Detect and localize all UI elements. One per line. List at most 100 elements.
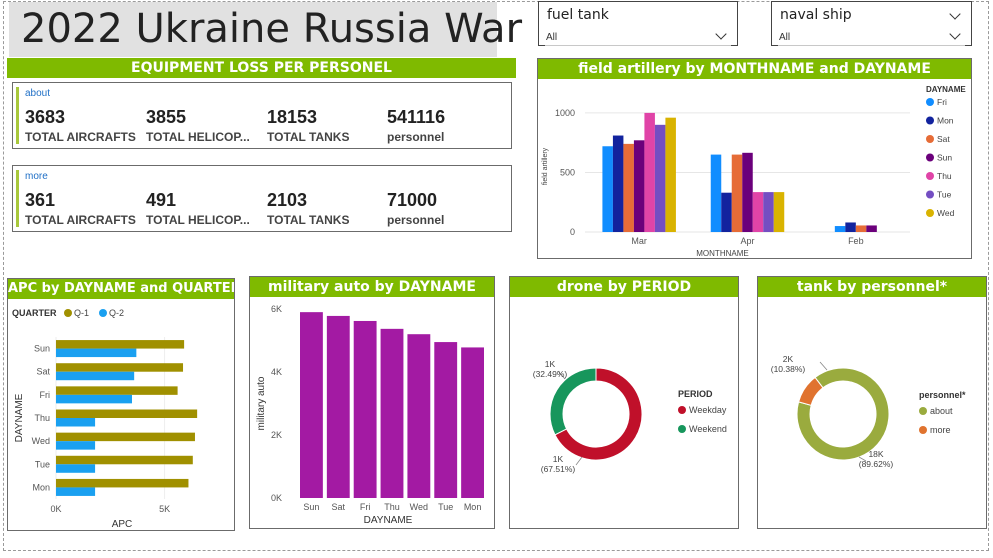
kpi-label: personnel <box>387 130 445 144</box>
x-tick-label: Mar <box>631 236 647 246</box>
data-label-value: 18K <box>868 449 883 459</box>
kpi-value: 541116 <box>387 107 446 127</box>
bar-fri-mar <box>602 146 613 232</box>
x-tick-label: Feb <box>848 236 864 246</box>
tank-title: tank by personnel* <box>758 277 986 297</box>
kpi-label: TOTAL TANKS <box>267 213 350 227</box>
drone-chart[interactable]: 1K(67.51%)1K(32.49%)PERIODWeekdayWeekend <box>510 297 738 528</box>
dashboard-title: 2022 Ukraine Russia War <box>9 2 522 57</box>
naval-ship-dropdown[interactable]: All <box>778 28 965 46</box>
bar-q-2-wed <box>56 441 96 450</box>
x-tick-label: Mon <box>464 502 482 512</box>
x-axis-title: APC <box>112 519 133 530</box>
legend-title: DAYNAME <box>926 85 966 94</box>
bar-wed-mar <box>665 117 676 232</box>
bar-sat-feb <box>855 225 867 232</box>
bar-mon-mar <box>612 135 624 232</box>
military-auto-panel[interactable]: military auto by DAYNAME 0K 2K 4K 6K militar… <box>249 276 495 529</box>
x-tick-label: Sat <box>332 502 346 512</box>
y-tick-label: Sat <box>36 367 50 377</box>
y-tick-label: Mon <box>32 482 50 492</box>
bar-fri-feb <box>834 226 846 232</box>
chevron-down-icon <box>949 28 961 40</box>
fuel-tank-dropdown[interactable]: All <box>545 28 731 46</box>
apc-title: APC by DAYNAME and QUARTER <box>8 279 234 299</box>
bar-q-1-wed <box>56 432 195 442</box>
apc-chart[interactable]: QUARTER Q-1 Q-2 0K 5K APC DAYNAME Sun Sat Fri Thu W… <box>8 299 234 530</box>
kpi-card-more: more 361 TOTAL AIRCRAFTS 491 TOTAL HELIC… <box>12 165 512 232</box>
bar-thu-mar <box>644 112 655 232</box>
x-axis-title: DAYNAME <box>364 515 413 526</box>
tank-panel[interactable]: tank by personnel* 18K (89.62%) 2K (10.38%)… <box>757 276 987 529</box>
drone-panel[interactable]: drone by PERIOD 1K (67.51%) 1K (32.49%) PERI… <box>509 276 739 529</box>
bar-q-1-thu <box>56 409 198 418</box>
fuel-tank-dropdown-value: All <box>546 32 558 43</box>
field-artillery-panel[interactable]: field artillery by MONTHNAME and DAYNAME… <box>537 58 972 259</box>
legend-title: QUARTER <box>12 308 57 318</box>
bar-sun-mar <box>633 140 645 232</box>
kpi-value: 2103 <box>267 190 308 210</box>
bar-q-2-mon <box>56 487 96 496</box>
legend-label: Sat <box>937 134 950 144</box>
card-accent-bar <box>16 170 19 227</box>
bar-thu-apr <box>752 192 764 232</box>
naval-ship-dropdown-value: All <box>779 32 791 43</box>
legend-marker <box>926 190 934 199</box>
legend-marker <box>926 209 934 217</box>
legend-marker <box>919 426 927 434</box>
legend-label: Tue <box>937 190 952 200</box>
legend-marker <box>926 135 934 143</box>
bar-q-1-fri <box>56 386 178 395</box>
data-label-percent: (67.51%) <box>541 464 576 474</box>
y-tick-label: Tue <box>35 459 50 469</box>
bar-q-2-sat <box>56 371 135 381</box>
card-section-label: about <box>25 88 51 99</box>
legend-marker <box>926 116 934 125</box>
kpi-label: personnel <box>387 213 445 227</box>
tank-chart[interactable]: 18K(89.62%) 2K(10.38%) personnel* about more <box>758 297 986 528</box>
kpi-value: 3683 <box>25 107 66 127</box>
data-label-value: 2K <box>783 354 794 364</box>
legend-marker <box>678 425 686 433</box>
bar-q-2-sun <box>56 348 137 358</box>
bar-fri-apr <box>710 154 722 232</box>
field-artillery-chart[interactable]: 0 500 1000 field artillery Mar Apr Feb MONTHNAM… <box>538 79 971 258</box>
naval-ship-slicer[interactable]: naval ship All <box>771 1 972 46</box>
drone-title: drone by PERIOD <box>510 277 738 297</box>
legend-label: Fri <box>937 97 947 107</box>
x-tick-label: Apr <box>740 236 754 246</box>
y-tick-label: 500 <box>560 167 575 177</box>
kpi-value: 71000 <box>387 190 438 210</box>
chevron-down-icon[interactable] <box>949 8 961 20</box>
kpi-value: 18153 <box>267 107 318 127</box>
kpi-label: TOTAL AIRCRAFTS <box>25 130 136 144</box>
military-auto-chart[interactable]: 0K 2K 4K 6K military auto Sun Sat Fri Thu Wed Tue M… <box>250 297 494 528</box>
y-tick-label: Thu <box>34 413 50 423</box>
legend-label: about <box>930 406 953 416</box>
legend-marker <box>926 172 934 180</box>
kpi-label: TOTAL HELICOP... <box>146 213 250 227</box>
data-label-leader <box>575 456 583 466</box>
bar-q-2-thu <box>56 418 96 427</box>
legend-label: Q-2 <box>109 308 124 318</box>
data-label-percent: (89.62%) <box>859 459 894 469</box>
x-tick-label: Fri <box>360 502 371 512</box>
bar-q-1-sun <box>56 340 185 349</box>
legend-marker <box>919 407 927 415</box>
legend-label: Weekend <box>689 424 727 434</box>
legend-label: Sun <box>937 153 952 163</box>
x-tick-label: Wed <box>410 502 428 512</box>
y-tick-label: 0 <box>570 227 575 237</box>
bar-wed <box>407 334 431 498</box>
bar-q-1-mon <box>56 478 189 488</box>
apc-panel[interactable]: APC by DAYNAME and QUARTER QUARTER Q-1 Q-2… <box>7 278 235 531</box>
y-tick-label: 1000 <box>555 108 575 118</box>
legend-label: Q-1 <box>74 308 89 318</box>
chevron-down-icon <box>715 28 727 40</box>
dashboard-title-text: 2022 Ukraine Russia War <box>21 6 523 52</box>
legend-marker <box>926 98 934 106</box>
legend-label: Thu <box>937 171 952 181</box>
card-section-label: more <box>25 171 48 182</box>
y-tick-label: Sun <box>34 344 50 354</box>
fuel-tank-slicer[interactable]: fuel tank All <box>538 1 738 46</box>
